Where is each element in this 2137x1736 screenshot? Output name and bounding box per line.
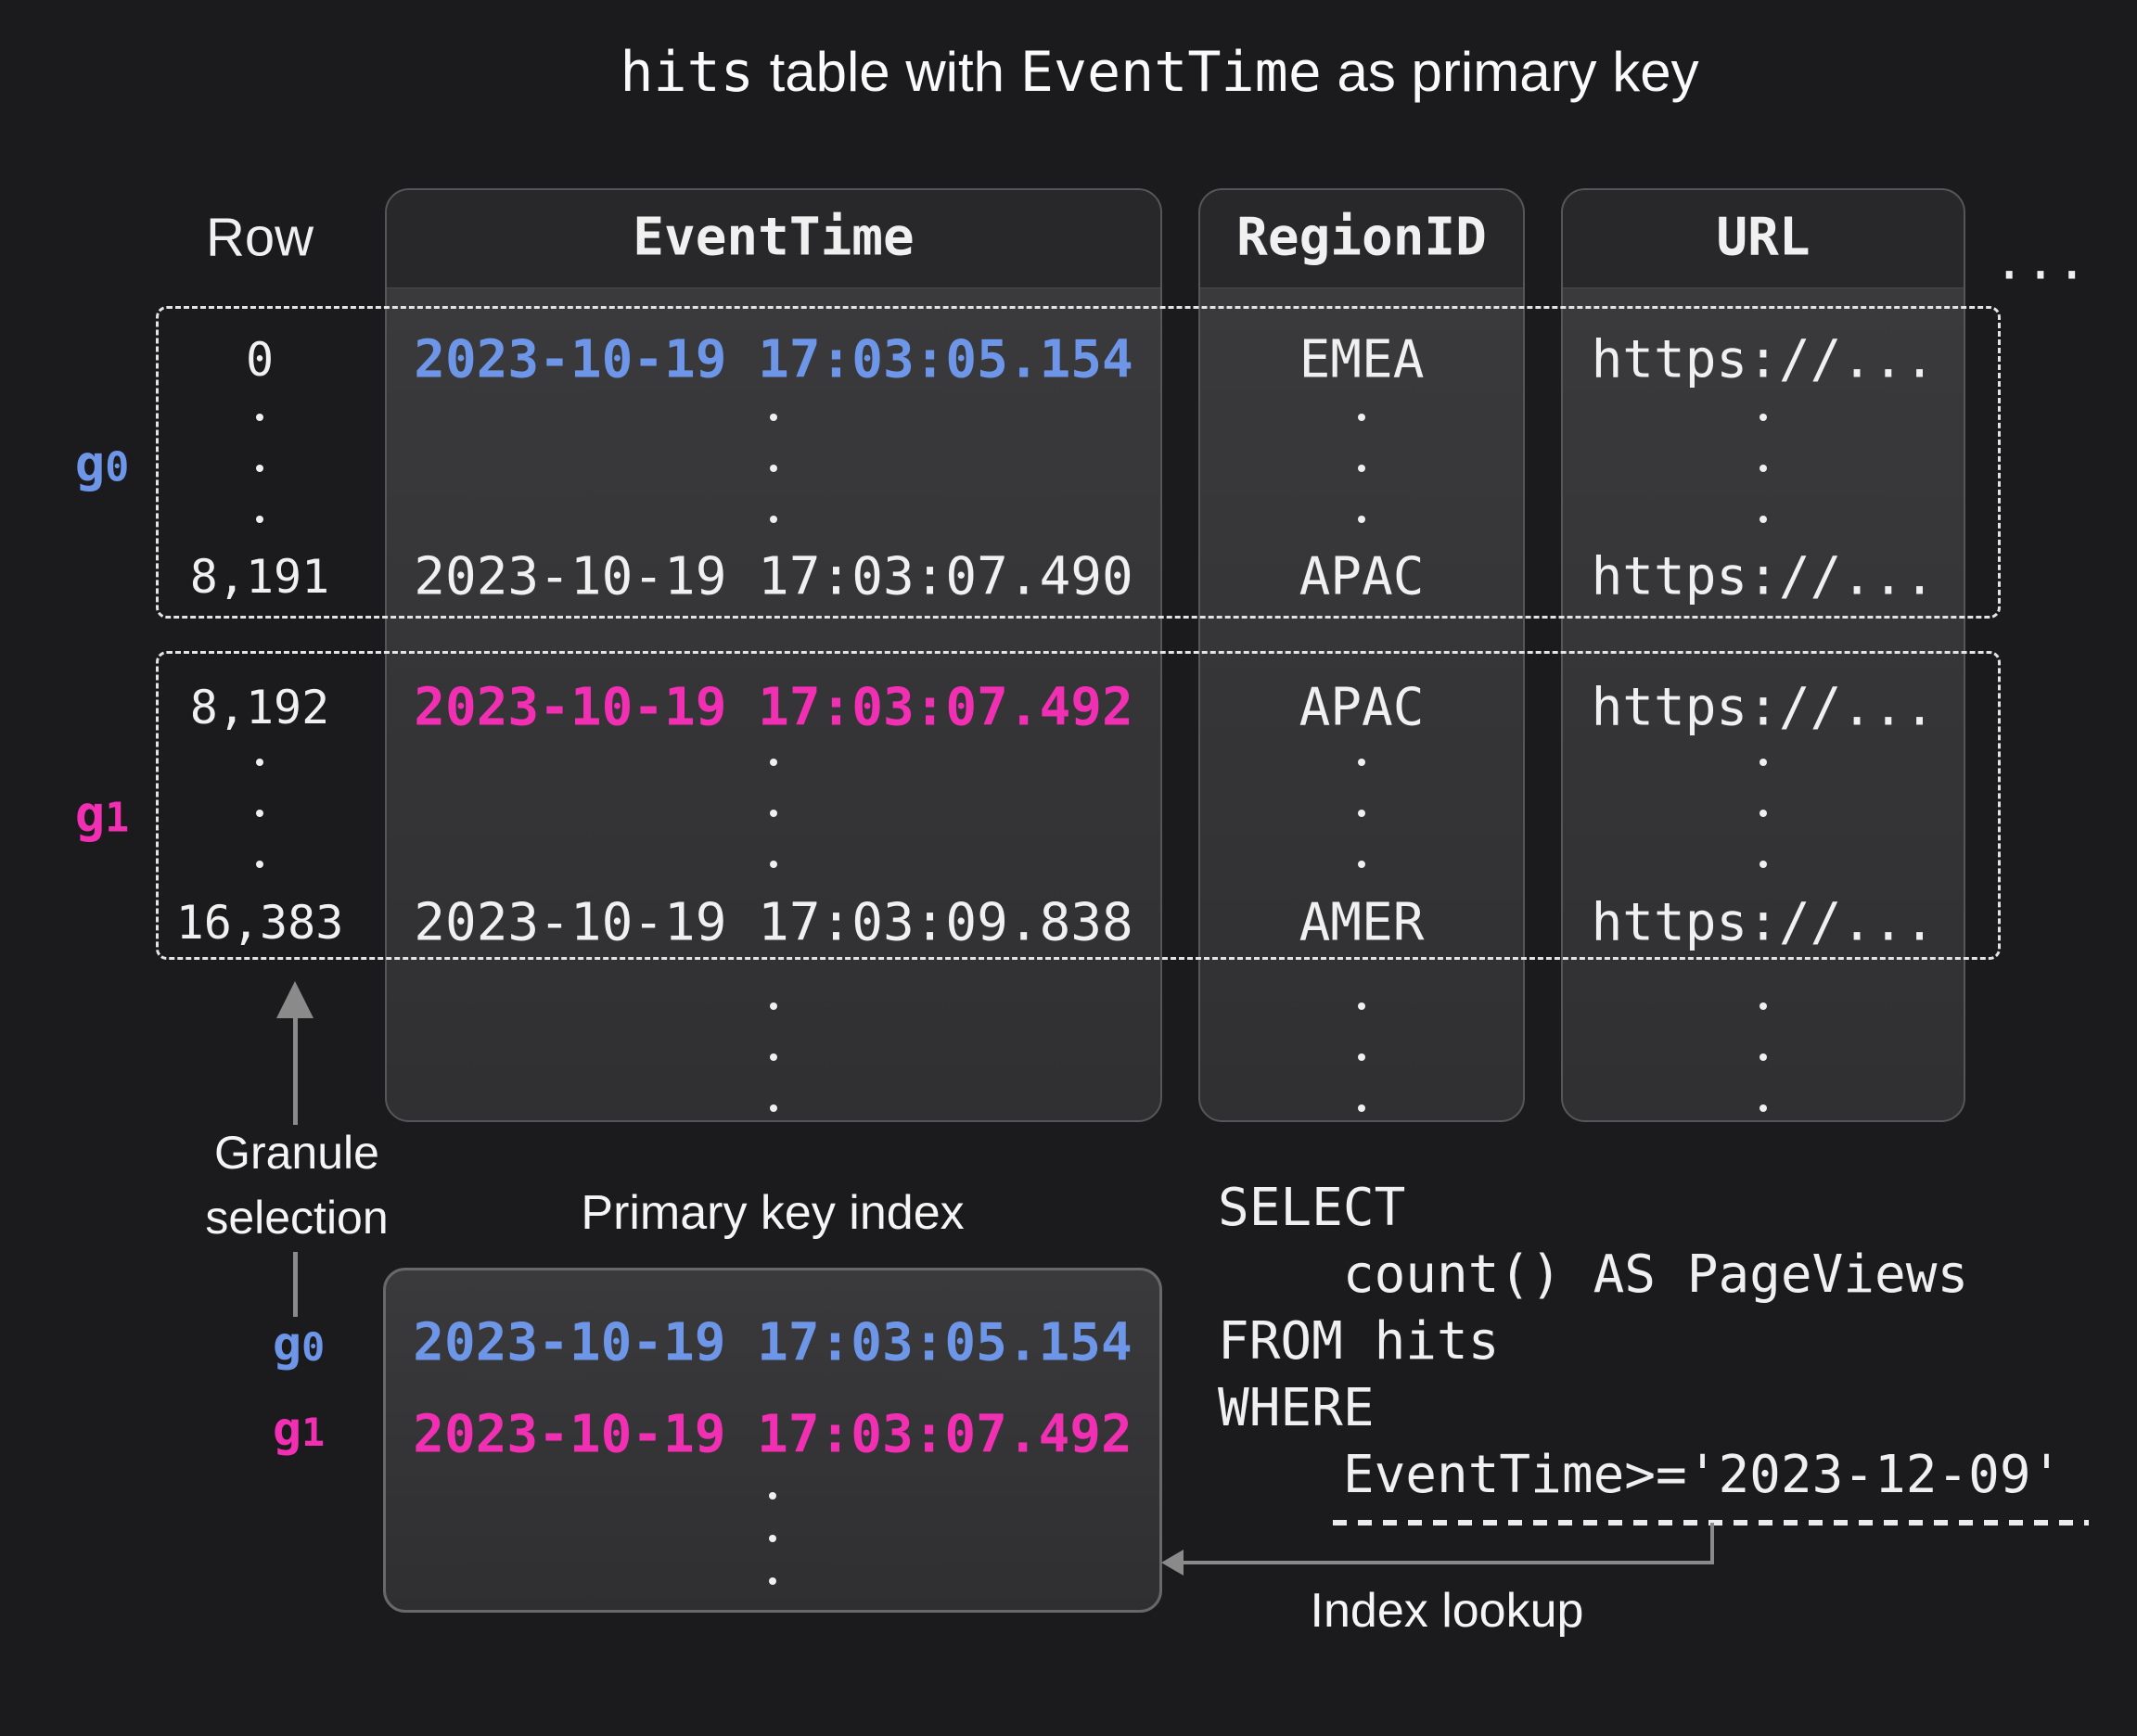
row-column-header: Row — [206, 207, 314, 269]
index-entry-g1-value: 2023-10-19 17:03:07.492 — [413, 1405, 1132, 1465]
granule-1-label-g: g — [75, 785, 106, 844]
dot — [769, 1577, 776, 1585]
index-g0-label-g: g — [273, 1317, 301, 1372]
vertical-ellipsis — [1358, 759, 1365, 868]
vertical-ellipsis — [1760, 759, 1767, 868]
index-g1-label-digit: 1 — [301, 1410, 325, 1455]
index-entry-g1-label: g1 — [273, 1402, 325, 1458]
dot — [1358, 465, 1365, 472]
dot — [770, 1002, 777, 1010]
primary-key-diagram: hits table with EventTime as primary key… — [0, 0, 2137, 1736]
dot — [1358, 1053, 1365, 1061]
granule-selection-arrowhead-icon — [276, 981, 314, 1018]
dot — [1760, 516, 1767, 523]
more-columns-ellipsis: ... — [1993, 232, 2087, 292]
dot — [770, 810, 777, 817]
vertical-ellipsis — [1760, 1002, 1767, 1112]
dot — [256, 861, 263, 868]
granule-1-outline — [156, 651, 2001, 960]
dot — [1760, 1053, 1767, 1061]
title-eventtime-code: EventTime — [1020, 40, 1322, 105]
index-g1-label-g: g — [273, 1402, 301, 1458]
dot — [769, 1492, 776, 1500]
dot — [770, 465, 777, 472]
dot — [1760, 414, 1767, 421]
granule-0-label: g0 — [75, 435, 130, 493]
dot — [770, 1104, 777, 1112]
dot — [1358, 1104, 1365, 1112]
dot — [1760, 759, 1767, 766]
dot — [1760, 861, 1767, 868]
regionid-header: RegionID — [1236, 208, 1487, 268]
granule-0-outline — [156, 306, 2001, 619]
dot — [1358, 759, 1365, 766]
sql-query: SELECT count() AS PageViews FROM hits WH… — [1218, 1175, 2062, 1509]
dot — [1358, 414, 1365, 421]
page-title: hits table with EventTime as primary key — [620, 40, 1698, 105]
dot — [770, 414, 777, 421]
dot — [770, 516, 777, 523]
dot — [1760, 810, 1767, 817]
dot — [769, 1535, 776, 1542]
dot — [770, 1053, 777, 1061]
granule-selection-caption-line1: Granule — [214, 1126, 379, 1180]
dot — [256, 465, 263, 472]
vertical-ellipsis — [769, 1492, 776, 1585]
vertical-ellipsis — [256, 414, 263, 523]
vertical-ellipsis — [770, 414, 777, 523]
vertical-ellipsis — [1358, 1002, 1365, 1112]
granule-selection-caption-line2: selection — [205, 1191, 388, 1245]
index-lookup-arrow-horizontal — [1171, 1561, 1714, 1564]
url-header: URL — [1716, 208, 1810, 268]
dot — [256, 810, 263, 817]
index-g0-label-digit: 0 — [301, 1324, 325, 1370]
granule-0-label-g: g — [75, 435, 106, 493]
dot — [1358, 516, 1365, 523]
index-lookup-arrow-vertical — [1710, 1523, 1714, 1563]
primary-key-index-title: Primary key index — [581, 1185, 964, 1241]
index-lookup-arrowhead-icon — [1161, 1550, 1184, 1576]
dot — [256, 516, 263, 523]
vertical-ellipsis — [256, 759, 263, 868]
dot — [1358, 810, 1365, 817]
dot — [1760, 1002, 1767, 1010]
title-mid-text: table with — [754, 41, 1020, 103]
granule-1-label: g1 — [75, 785, 130, 844]
vertical-ellipsis — [1760, 414, 1767, 523]
dot — [1358, 1002, 1365, 1010]
granule-selection-arrow-shaft-lower — [293, 1252, 298, 1317]
granule-1-label-digit: 1 — [105, 796, 129, 842]
dot — [1760, 1104, 1767, 1112]
dot — [256, 414, 263, 421]
title-hits-code: hits — [620, 40, 754, 105]
vertical-ellipsis — [770, 759, 777, 868]
dot — [256, 759, 263, 766]
dot — [1358, 861, 1365, 868]
dot — [770, 861, 777, 868]
dot — [770, 759, 777, 766]
index-entry-g0-value: 2023-10-19 17:03:05.154 — [413, 1313, 1132, 1373]
index-lookup-label: Index lookup — [1311, 1583, 1584, 1639]
vertical-ellipsis — [1358, 414, 1365, 523]
granule-0-label-digit: 0 — [105, 445, 129, 491]
vertical-ellipsis — [770, 1002, 777, 1112]
dot — [1760, 465, 1767, 472]
eventtime-header: EventTime — [633, 208, 914, 268]
index-entry-g0-label: g0 — [273, 1317, 325, 1372]
title-tail-text: as primary key — [1322, 41, 1699, 103]
granule-selection-arrow-shaft — [293, 1016, 298, 1125]
